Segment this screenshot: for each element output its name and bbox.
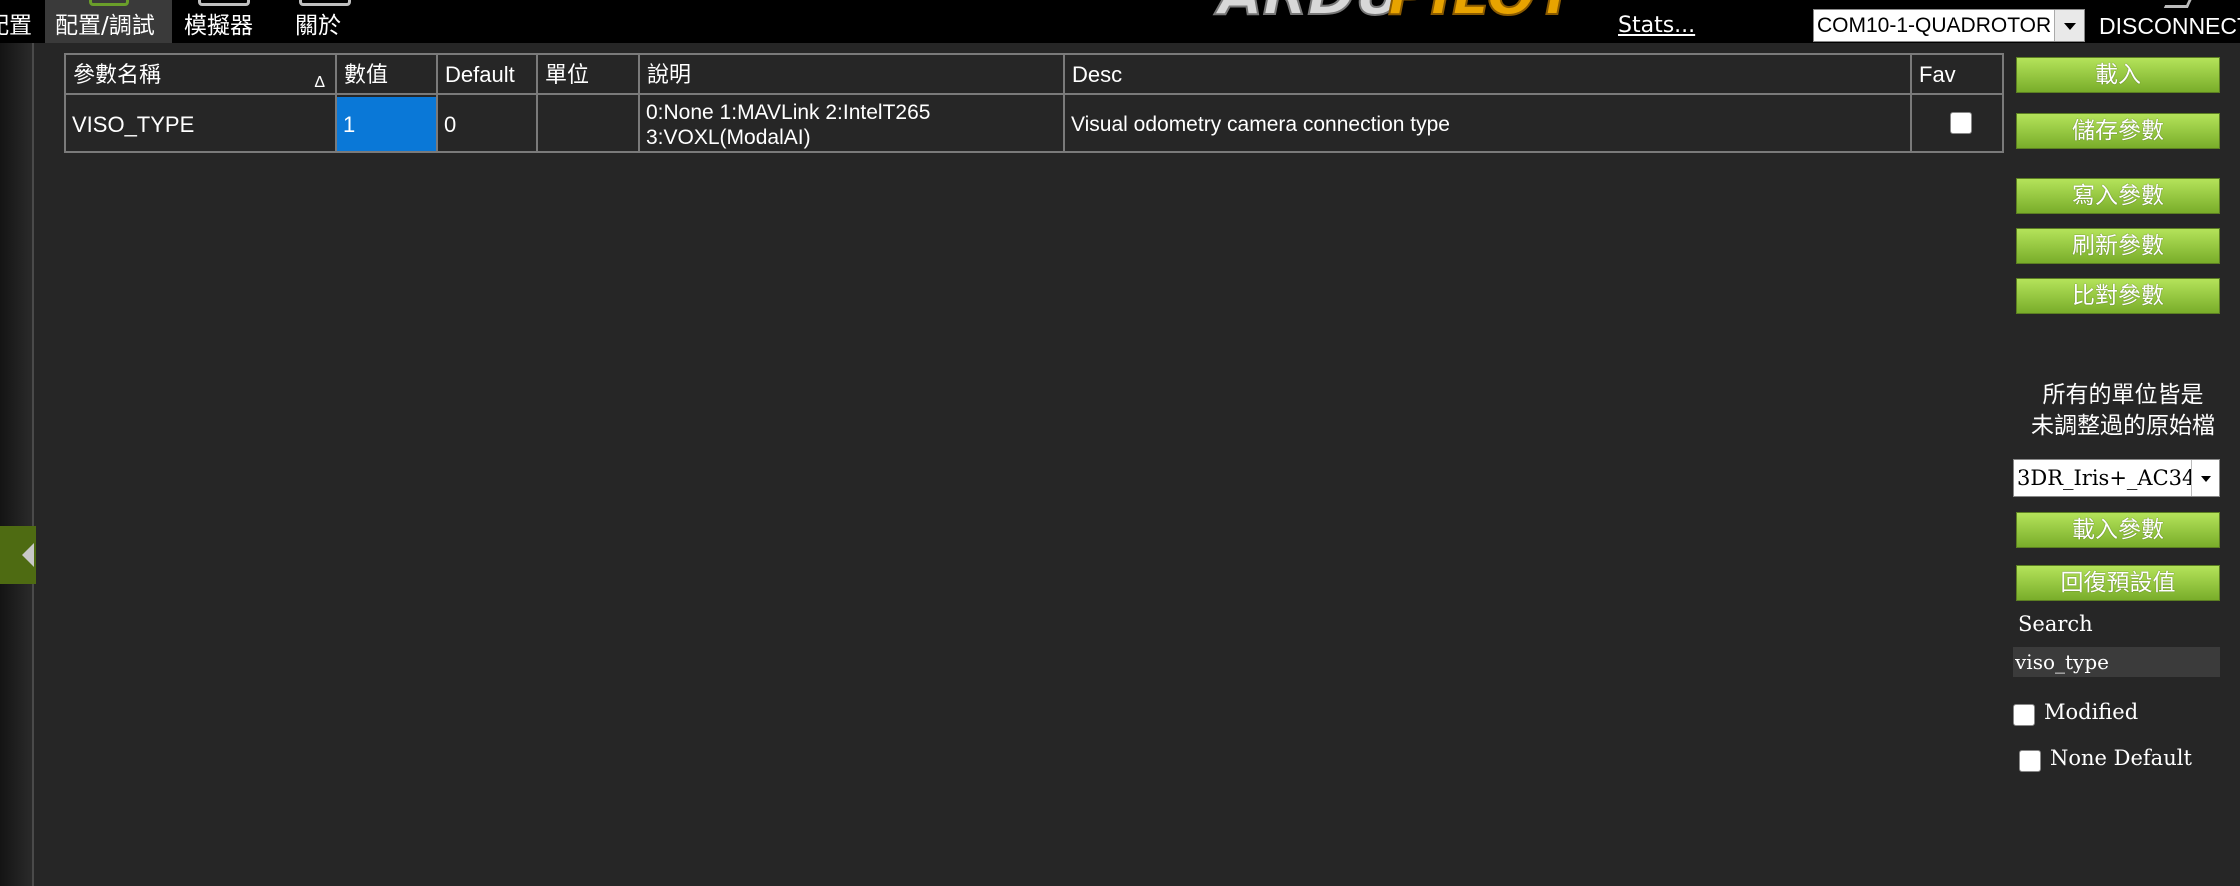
menu-simulation-label: 模擬器: [184, 13, 253, 39]
column-default: Default 0: [438, 55, 538, 151]
units-note-line1: 所有的單位皆是: [2042, 382, 2204, 408]
monitor-icon: [299, 0, 351, 6]
column-header-desc[interactable]: Desc: [1065, 55, 1910, 95]
svg-text:ARDU: ARDU: [1214, 0, 1403, 26]
table-row[interactable]: VISO_TYPE: [66, 97, 335, 151]
menu-about[interactable]: 關於: [295, 0, 355, 43]
compare-params-button[interactable]: 比對參數: [2016, 278, 2220, 314]
load-params-button[interactable]: 載入參數: [2016, 512, 2220, 548]
column-fav: Fav: [1912, 55, 2002, 151]
menu-about-label: 關於: [295, 13, 341, 39]
refresh-params-button[interactable]: 刷新參數: [2016, 228, 2220, 264]
stats-link[interactable]: Stats...: [1618, 13, 1695, 38]
column-header-name-label: 參數名稱: [73, 62, 162, 87]
menu-config-tuning[interactable]: 配置/調試: [45, 0, 172, 43]
param-file-select-value: 3DR_Iris+_AC34: [2017, 466, 2191, 490]
top-menu-bar: 配置 配置/調試 模擬器 關於 ARDU PILOT Stats... COM1…: [0, 0, 2240, 43]
column-header-default[interactable]: Default: [438, 55, 536, 95]
plug-icon: [2163, 0, 2197, 8]
table-row[interactable]: 1: [337, 97, 436, 151]
wrench-icon: [88, 0, 129, 6]
param-name-cell: VISO_TYPE: [72, 112, 195, 137]
units-note-line2: 未調整過的原始檔: [2031, 413, 2215, 439]
column-options: 說明 0:None 1:MAVLink 2:IntelT265 3:VOXL(M…: [640, 55, 1065, 151]
column-value: 數值 1: [337, 55, 438, 151]
param-desc-cell: Visual odometry camera connection type: [1071, 113, 1450, 136]
table-row[interactable]: 0: [438, 97, 536, 151]
connection-port-select[interactable]: COM10-1-QUADROTOR: [1813, 9, 2085, 42]
column-units: 單位: [538, 55, 640, 151]
table-row[interactable]: [1912, 97, 2002, 151]
column-desc: Desc Visual odometry camera connection t…: [1065, 55, 1912, 151]
param-file-select[interactable]: 3DR_Iris+_AC34: [2013, 459, 2220, 497]
menu-simulation[interactable]: 模擬器: [184, 0, 264, 43]
search-label: Search: [2018, 612, 2093, 636]
units-note: 所有的單位皆是 未調整過的原始檔: [2016, 380, 2230, 442]
param-default-cell: 0: [444, 112, 457, 137]
monitor-icon: [198, 0, 250, 6]
port-select-value: COM10-1-QUADROTOR: [1817, 14, 2051, 37]
left-sidebar-strip: [0, 43, 34, 886]
write-params-button[interactable]: 寫入參數: [2016, 178, 2220, 214]
param-value-cell-selected[interactable]: 1: [337, 97, 436, 151]
table-row[interactable]: [538, 97, 638, 151]
load-button[interactable]: 載入: [2016, 57, 2220, 93]
table-row[interactable]: 0:None 1:MAVLink 2:IntelT265 3:VOXL(Moda…: [640, 97, 1063, 151]
reset-defaults-button[interactable]: 回復預設值: [2016, 565, 2220, 601]
param-options-cell: 0:None 1:MAVLink 2:IntelT265 3:VOXL(Moda…: [646, 101, 931, 149]
column-header-fav[interactable]: Fav: [1912, 55, 2002, 95]
modified-label: Modified: [2044, 700, 2139, 724]
column-header-options[interactable]: 說明: [640, 55, 1063, 95]
chevron-down-icon[interactable]: [2191, 460, 2219, 496]
fav-checkbox[interactable]: [1950, 112, 1972, 134]
column-header-units[interactable]: 單位: [538, 55, 638, 95]
ardupilot-logo: ARDU PILOT: [1213, 0, 1581, 26]
parameter-grid: 參數名稱 Δ VISO_TYPE 數值 1 Default 0 單位 說明 0:…: [64, 53, 2004, 153]
column-header-value[interactable]: 數值: [337, 55, 436, 95]
modified-checkbox[interactable]: [2013, 704, 2035, 726]
chevron-down-icon[interactable]: [2054, 10, 2084, 41]
search-input[interactable]: [2013, 647, 2220, 677]
collapse-sidebar-button[interactable]: [0, 526, 36, 584]
table-row[interactable]: Visual odometry camera connection type: [1065, 97, 1910, 151]
param-value-text: 1: [343, 112, 356, 137]
menu-config-tuning-label: 配置/調試: [55, 13, 155, 39]
none-default-label: None Default: [2050, 746, 2192, 770]
column-header-name[interactable]: 參數名稱 Δ: [66, 55, 335, 95]
menu-config-partial[interactable]: 配置: [0, 0, 32, 43]
column-name: 參數名稱 Δ VISO_TYPE: [66, 55, 337, 151]
disconnect-button[interactable]: DISCONNECT: [2099, 13, 2240, 40]
svg-text:PILOT: PILOT: [1388, 0, 1580, 26]
menu-config-partial-label: 配置: [0, 13, 32, 39]
save-params-button[interactable]: 儲存參數: [2016, 113, 2220, 149]
none-default-checkbox[interactable]: [2019, 750, 2041, 772]
